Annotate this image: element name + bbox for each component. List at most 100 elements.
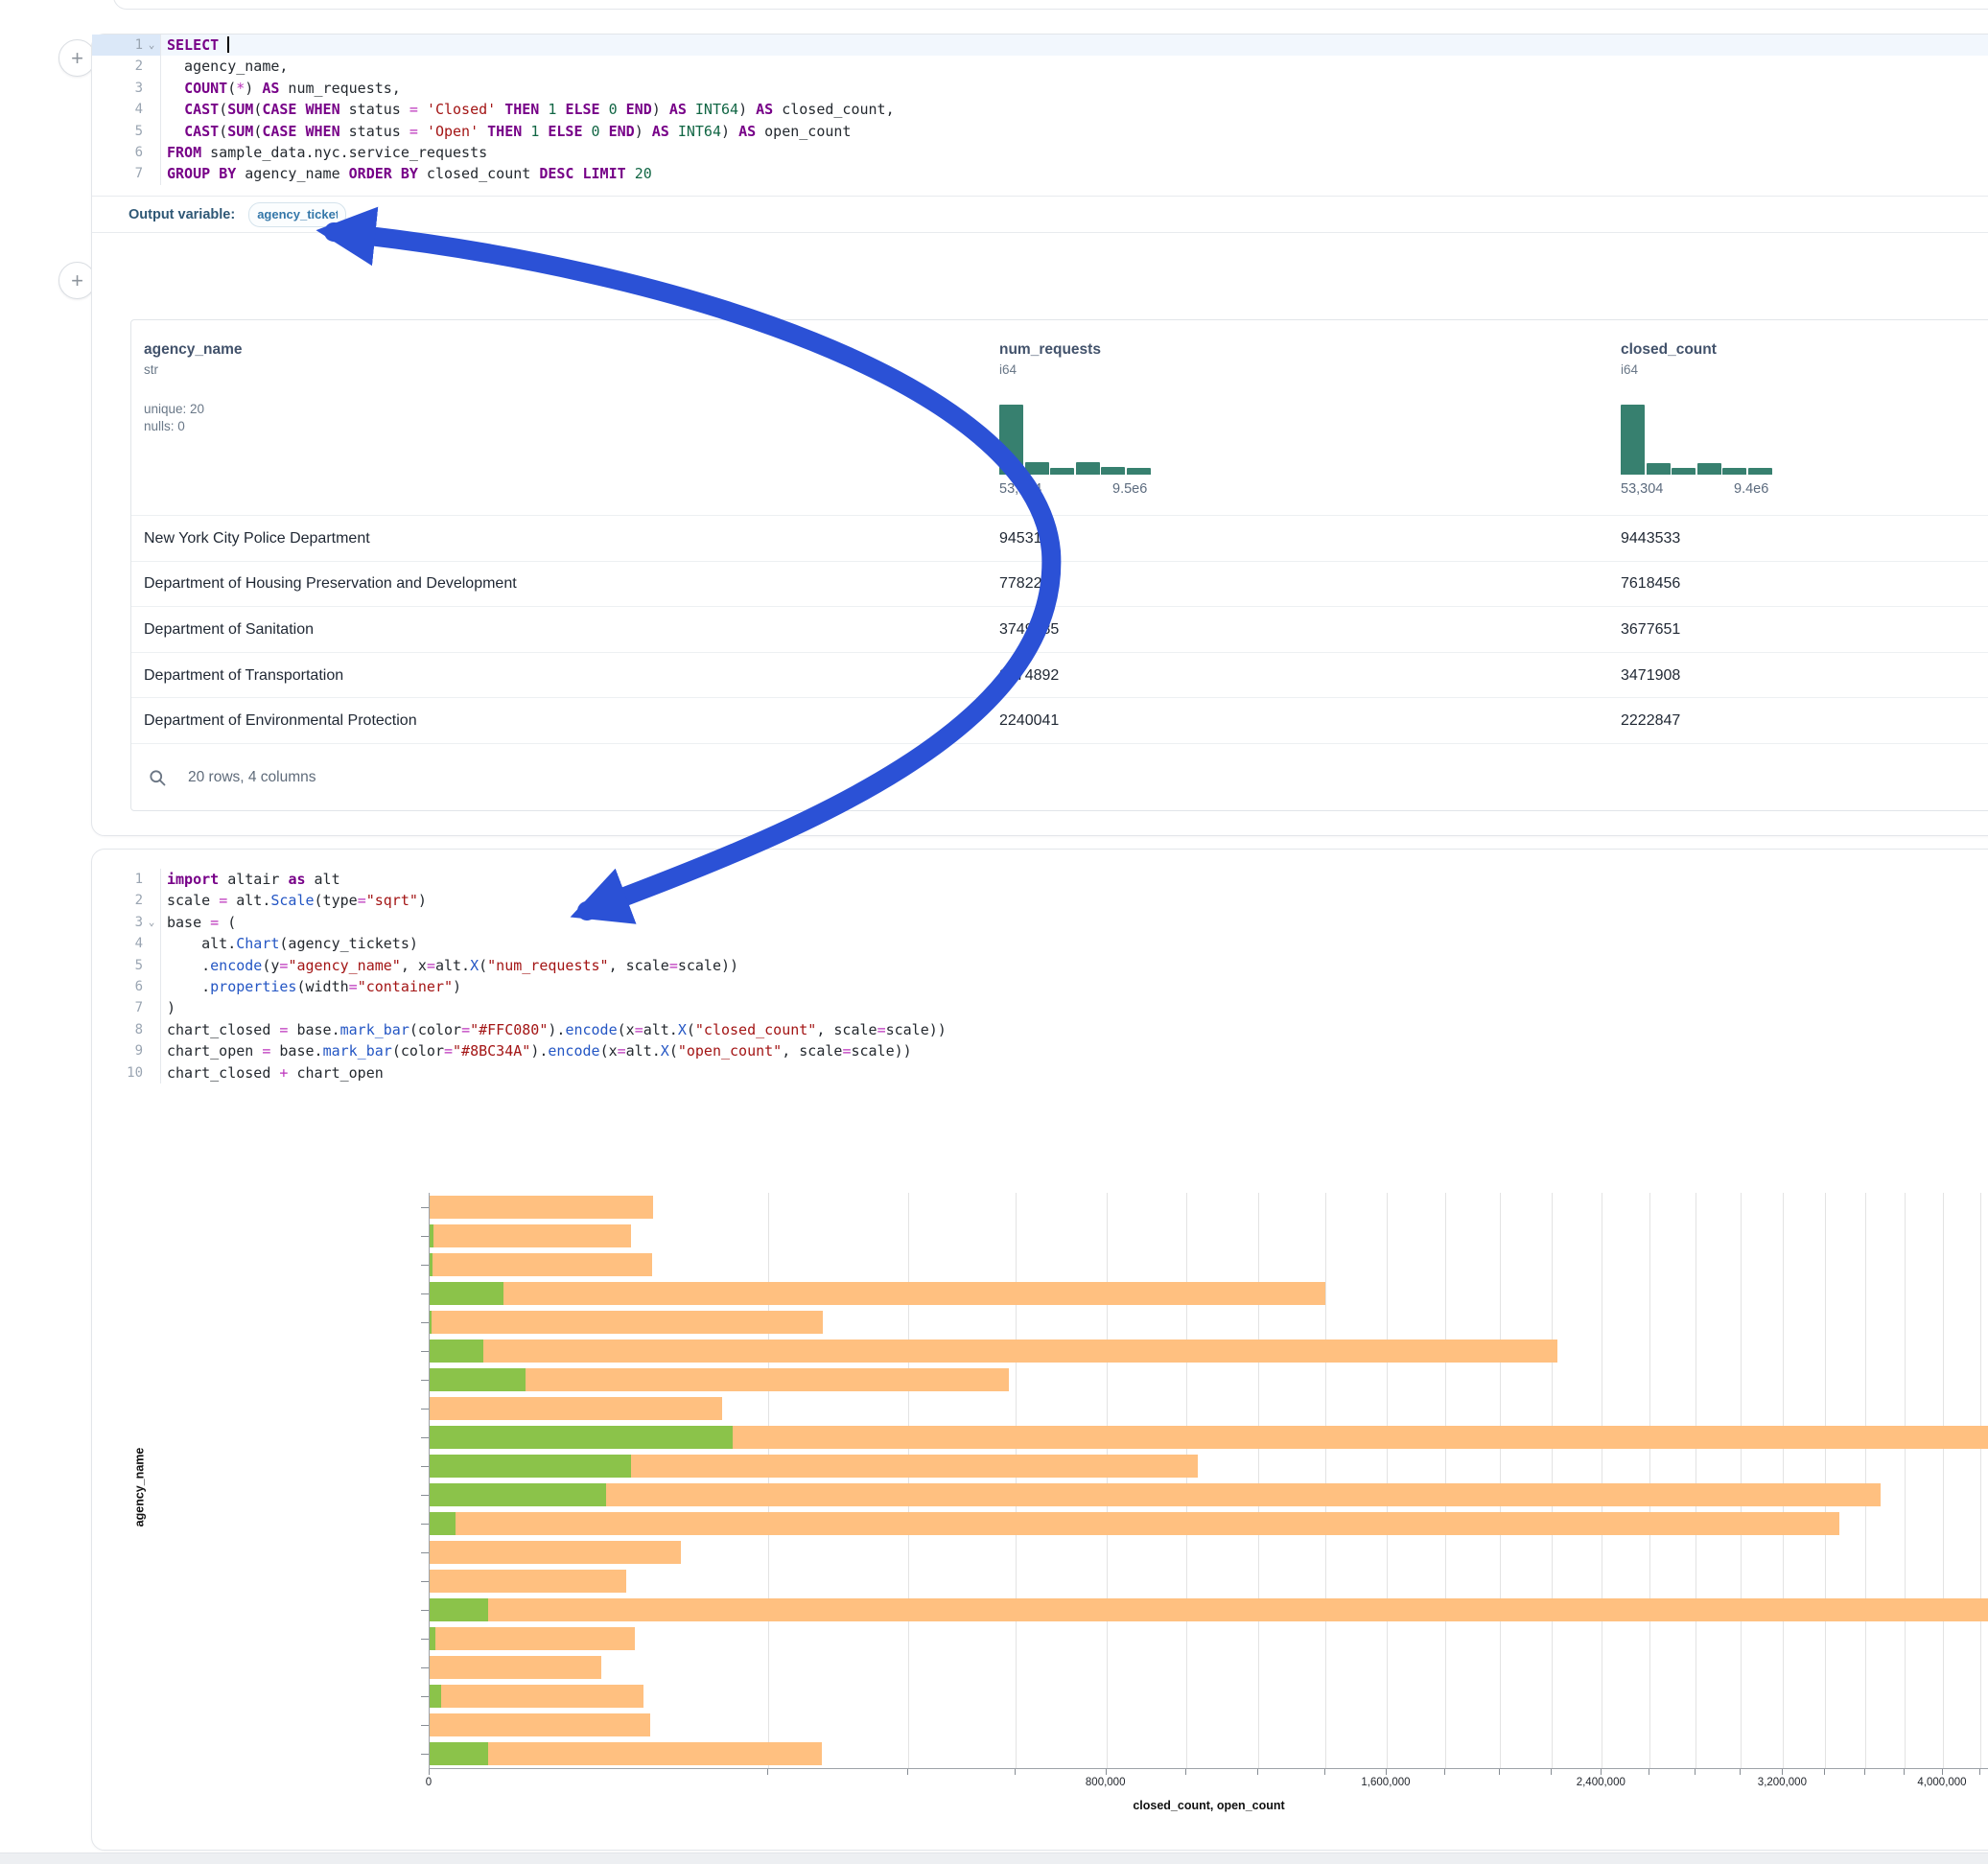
gridline — [768, 1193, 769, 1768]
line-number: 3 — [135, 78, 143, 99]
code-line[interactable]: 2 agency_name, — [92, 56, 1988, 77]
gridline — [1943, 1193, 1944, 1768]
y-axis-tick — [421, 1639, 429, 1640]
code-line[interactable]: 7) — [92, 997, 1988, 1018]
code-line[interactable]: 3⌄base = ( — [92, 912, 1988, 933]
code-line[interactable]: 4 alt.Chart(agency_tickets) — [92, 933, 1988, 954]
x-axis-tick — [1942, 1769, 1943, 1775]
x-axis-tick-label: 4,000,000 — [1917, 1777, 1966, 1788]
closed-count-bar — [430, 1311, 823, 1334]
x-axis-tick-label: 2,400,000 — [1577, 1777, 1625, 1788]
histogram-bar — [1025, 462, 1049, 475]
line-number: 7 — [135, 997, 143, 1018]
column-header-closed_count[interactable]: closed_counti6453,3049.4e6 — [1621, 320, 1928, 377]
open-count-bar — [430, 1311, 432, 1334]
open-count-bar — [430, 1224, 433, 1247]
x-axis-tick-label: 800,000 — [1086, 1777, 1126, 1788]
previous-cell-card-edge — [113, 0, 1988, 10]
column-stat: unique: 20 — [144, 402, 451, 416]
open-count-bar — [430, 1512, 456, 1535]
x-axis-tick — [767, 1769, 768, 1775]
output-variable-label: Output variable: — [129, 207, 235, 222]
x-axis-tick — [1782, 1769, 1783, 1775]
x-axis-tick — [907, 1769, 908, 1775]
cell-value: 3749485 — [999, 621, 1059, 639]
code-line[interactable]: 4 CAST(SUM(CASE WHEN status = 'Closed' T… — [92, 99, 1988, 120]
x-axis-tick — [1257, 1769, 1258, 1775]
closed-count-bar — [430, 1512, 1839, 1535]
x-axis-tick — [1824, 1769, 1825, 1775]
python-code-editor[interactable]: 1import altair as alt2scale = alt.Scale(… — [92, 869, 1988, 1083]
x-axis-tick — [1864, 1769, 1865, 1775]
gridline — [1905, 1193, 1906, 1768]
search-icon[interactable] — [148, 768, 167, 787]
closed-count-bar — [430, 1598, 1988, 1621]
line-number: 8 — [135, 1019, 143, 1040]
y-axis-tick — [421, 1495, 429, 1496]
fold-chevron-placeholder — [143, 933, 160, 954]
cell-value: 3677651 — [1621, 621, 1680, 639]
closed-count-bar — [430, 1397, 722, 1420]
column-stat: nulls: 0 — [144, 419, 451, 433]
closed-count-bar — [430, 1742, 822, 1765]
cell-value: 2222847 — [1621, 712, 1680, 730]
cell-agency-name: Department of Environmental Protection — [144, 712, 417, 730]
code-line[interactable]: 9chart_open = base.mark_bar(color="#8BC3… — [92, 1040, 1988, 1061]
fold-chevron-placeholder — [143, 99, 160, 120]
cell-value: 2240041 — [999, 712, 1059, 730]
gridline — [1107, 1193, 1108, 1768]
histogram-bar — [1076, 462, 1100, 475]
x-axis-tick — [429, 1769, 430, 1775]
code-line[interactable]: 3 COUNT(*) AS num_requests, — [92, 78, 1988, 99]
closed-count-bar — [430, 1656, 601, 1679]
output-variable-name: agency_tickets — [257, 207, 338, 221]
x-axis-tick-label: 0 — [426, 1777, 432, 1788]
line-number: 5 — [135, 955, 143, 976]
histogram-bar — [1672, 468, 1696, 475]
y-axis-tick — [421, 1409, 429, 1410]
notebook-page: + + 1⌄SELECT 2 agency_name,3 COUNT(*) AS… — [0, 0, 1988, 1864]
sql-code-editor[interactable]: 1⌄SELECT 2 agency_name,3 COUNT(*) AS num… — [92, 35, 1988, 185]
code-line[interactable]: 8chart_closed = base.mark_bar(color="#FF… — [92, 1019, 1988, 1040]
open-count-bar — [430, 1426, 733, 1449]
code-line[interactable]: 1import altair as alt — [92, 869, 1988, 890]
table-row: Department of Transportation377489234719… — [131, 652, 1988, 699]
line-number: 2 — [135, 56, 143, 77]
code-line[interactable]: 6FROM sample_data.nyc.service_requests — [92, 142, 1988, 163]
histogram-min-label: 53,304 — [999, 481, 1041, 497]
code-line[interactable]: 7GROUP BY agency_name ORDER BY closed_co… — [92, 163, 1988, 184]
code-line[interactable]: 6 .properties(width="container") — [92, 976, 1988, 997]
line-number: 9 — [135, 1040, 143, 1061]
fold-chevron-icon[interactable]: ⌄ — [143, 912, 160, 933]
x-axis-tick — [1979, 1769, 1980, 1775]
closed-count-bar — [430, 1685, 643, 1708]
code-line[interactable]: 1⌄SELECT — [92, 35, 1988, 56]
open-count-bar — [430, 1253, 433, 1276]
table-row: Department of Sanitation37494853677651 — [131, 606, 1988, 653]
gridline — [1980, 1193, 1981, 1768]
column-header-num_requests[interactable]: num_requestsi6453,3049.5e6 — [999, 320, 1306, 377]
output-variable-pill[interactable]: agency_tickets — [248, 202, 346, 227]
code-line[interactable]: 5 .encode(y="agency_name", x=alt.X("num_… — [92, 955, 1988, 976]
fold-chevron-placeholder — [143, 1040, 160, 1061]
x-axis-tick — [1904, 1769, 1905, 1775]
gridline — [1186, 1193, 1187, 1768]
cell-value: 9443533 — [1621, 530, 1680, 548]
fold-chevron-icon[interactable]: ⌄ — [143, 35, 160, 56]
histogram-max-label: 9.4e6 — [1734, 481, 1768, 497]
column-header-agency_name[interactable]: agency_namestrunique: 20nulls: 0 — [144, 320, 451, 433]
code-line[interactable]: 10chart_closed + chart_open — [92, 1062, 1988, 1083]
chart-plot-area — [429, 1193, 1988, 1768]
x-axis-tick-label: 3,200,000 — [1758, 1777, 1807, 1788]
code-line[interactable]: 2scale = alt.Scale(type="sqrt") — [92, 890, 1988, 911]
line-number: 2 — [135, 890, 143, 911]
cell-value: 9453131 — [999, 530, 1059, 548]
column-type: str — [144, 362, 451, 377]
column-histogram — [999, 405, 1153, 475]
y-axis-tick — [421, 1437, 429, 1438]
code-line[interactable]: 5 CAST(SUM(CASE WHEN status = 'Open' THE… — [92, 121, 1988, 142]
chart-y-axis-title: agency_name — [132, 1448, 146, 1527]
cell-value: 7618456 — [1621, 575, 1680, 593]
fold-chevron-placeholder — [143, 955, 160, 976]
x-axis-tick-label: 1,600,000 — [1361, 1777, 1410, 1788]
